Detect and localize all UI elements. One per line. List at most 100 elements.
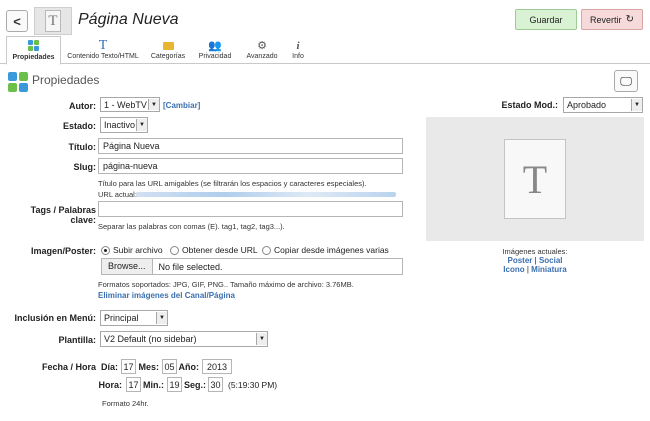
images-label: Imágenes actuales:	[502, 247, 568, 256]
icono-link[interactable]: Icono	[503, 265, 524, 274]
tags-help: Separar las palabras con comas (E). tag1…	[98, 222, 285, 231]
file-input[interactable]: Browse... No file selected.	[101, 258, 403, 275]
chevron-down-icon: ▼	[136, 119, 147, 131]
images-links-row1: Poster | Social	[426, 256, 644, 265]
autor-label: Autor:	[69, 101, 96, 111]
plantilla-label: Plantilla:	[58, 335, 96, 345]
chevron-down-icon: ▼	[256, 333, 267, 345]
hora-input[interactable]: 17	[126, 377, 141, 392]
info-icon: i	[296, 40, 300, 52]
autor-change-link[interactable]: [Cambiar]	[163, 101, 200, 110]
url-label: URL actual:	[98, 190, 137, 199]
seg-input[interactable]: 30	[208, 377, 223, 392]
section-title: Propiedades	[32, 73, 100, 87]
page-thumbnail: T	[34, 7, 72, 35]
url-value-blurred	[136, 192, 396, 197]
menu-value: Principal	[104, 313, 139, 323]
tab-label: Avanzado	[246, 53, 278, 60]
browse-button[interactable]: Browse...	[102, 259, 153, 274]
menu-label: Inclusión en Menú:	[14, 313, 96, 323]
plantilla-select[interactable]: V2 Default (no sidebar) ▼	[100, 331, 268, 347]
anio-input[interactable]: 2013	[202, 359, 232, 374]
dia-input[interactable]: 17	[121, 359, 136, 374]
images-links-row2: Icono | Miniatura	[426, 265, 644, 274]
titulo-input[interactable]: Página Nueva	[98, 138, 403, 154]
tab-categorias[interactable]: Categorías	[146, 36, 190, 64]
tab-label: Privacidad	[198, 53, 232, 60]
text-document-icon: T	[504, 139, 566, 219]
monitor-icon: 🖵	[620, 73, 632, 88]
tab-info[interactable]: i Info	[286, 36, 310, 64]
autor-select[interactable]: 1 - WebTV ▼	[100, 97, 160, 112]
radio-icon	[170, 246, 179, 256]
delete-images-link[interactable]: Eliminar imágenes del Canal/Página	[98, 291, 235, 300]
estado-mod-value: Aprobado	[567, 100, 607, 110]
tab-propiedades[interactable]: Propiedades	[6, 36, 61, 65]
chevron-down-icon: ▼	[156, 312, 167, 324]
estado-value: Inactivo	[104, 120, 136, 130]
titulo-label: Título:	[68, 142, 97, 152]
radio-icon	[262, 246, 271, 256]
tab-label: Contenido Texto/HTML	[67, 53, 139, 60]
slug-help: Título para las URL amigables (se filtra…	[98, 179, 367, 188]
anio-label: Año:	[178, 362, 200, 372]
imagen-label: Imagen/Poster:	[30, 246, 96, 256]
separator: |	[526, 265, 529, 274]
miniatura-link[interactable]: Miniatura	[531, 265, 567, 274]
radio-upload[interactable]: Subir archivo	[101, 245, 163, 256]
preview-button[interactable]: 🖵	[614, 70, 638, 92]
formats-help: Formatos soportados: JPG, GIF, PNG.. Tam…	[98, 280, 354, 289]
hora-label: Hora:	[98, 380, 122, 390]
dia-label: Día:	[100, 362, 118, 372]
tab-contenido[interactable]: T Contenido Texto/HTML	[62, 36, 144, 64]
min-input[interactable]: 19	[167, 377, 182, 392]
format-note: Formato 24hr.	[102, 399, 149, 408]
separator: |	[534, 256, 537, 265]
estado-mod-label: Estado Mod.:	[501, 100, 559, 110]
tags-label: Tags / Palabras clave:	[30, 205, 96, 225]
text-icon: T	[98, 38, 108, 53]
mes-input[interactable]: 05	[162, 359, 177, 374]
radio-copy-label: Copiar desde imágenes varias	[274, 245, 389, 255]
revert-label: Revertir	[590, 14, 622, 25]
tab-label: Info	[292, 53, 304, 60]
plantilla-value: V2 Default (no sidebar)	[104, 334, 197, 344]
file-status: No file selected.	[158, 261, 223, 272]
page-title: Página Nueva	[78, 11, 179, 28]
revert-button[interactable]: Revertir ↻	[581, 9, 643, 30]
mes-label: Mes:	[138, 362, 159, 372]
estado-label: Estado:	[62, 121, 96, 131]
back-button[interactable]: <	[6, 10, 28, 32]
tab-avanzado[interactable]: ⚙ Avanzado	[240, 36, 284, 64]
chevron-down-icon: ▼	[631, 99, 642, 111]
tab-label: Propiedades	[12, 54, 55, 61]
min-label: Min.:	[143, 380, 164, 390]
save-button[interactable]: Guardar	[515, 9, 577, 30]
radio-upload-label: Subir archivo	[113, 245, 163, 255]
autor-value: 1 - WebTV	[104, 99, 147, 110]
refresh-icon: ↻	[625, 14, 634, 25]
estado-select[interactable]: Inactivo ▼	[100, 117, 148, 133]
properties-icon	[28, 40, 39, 51]
back-arrow-icon: <	[13, 13, 21, 29]
text-document-icon: T	[45, 10, 61, 32]
social-link[interactable]: Social	[539, 256, 563, 265]
tab-privacidad[interactable]: 👥 Privacidad	[192, 36, 238, 64]
radio-url[interactable]: Obtener desde URL	[170, 245, 258, 256]
time-display: (5:19:30 PM)	[228, 380, 278, 390]
slug-input[interactable]: página-nueva	[98, 158, 403, 174]
slug-label: Slug:	[73, 162, 97, 172]
seg-label: Seg.:	[184, 380, 207, 390]
menu-select[interactable]: Principal ▼	[100, 310, 168, 326]
estado-mod-select[interactable]: Aprobado ▼	[563, 97, 643, 113]
tags-input[interactable]	[98, 201, 403, 217]
poster-link[interactable]: Poster	[507, 256, 532, 265]
tab-label: Categorías	[150, 53, 186, 60]
folder-icon	[162, 42, 174, 50]
radio-selected-icon	[101, 246, 110, 256]
radio-url-label: Obtener desde URL	[182, 245, 258, 255]
chevron-down-icon: ▼	[148, 99, 159, 110]
users-icon: 👥	[208, 40, 222, 52]
radio-copy[interactable]: Copiar desde imágenes varias	[262, 245, 389, 256]
properties-section-icon	[8, 72, 28, 92]
